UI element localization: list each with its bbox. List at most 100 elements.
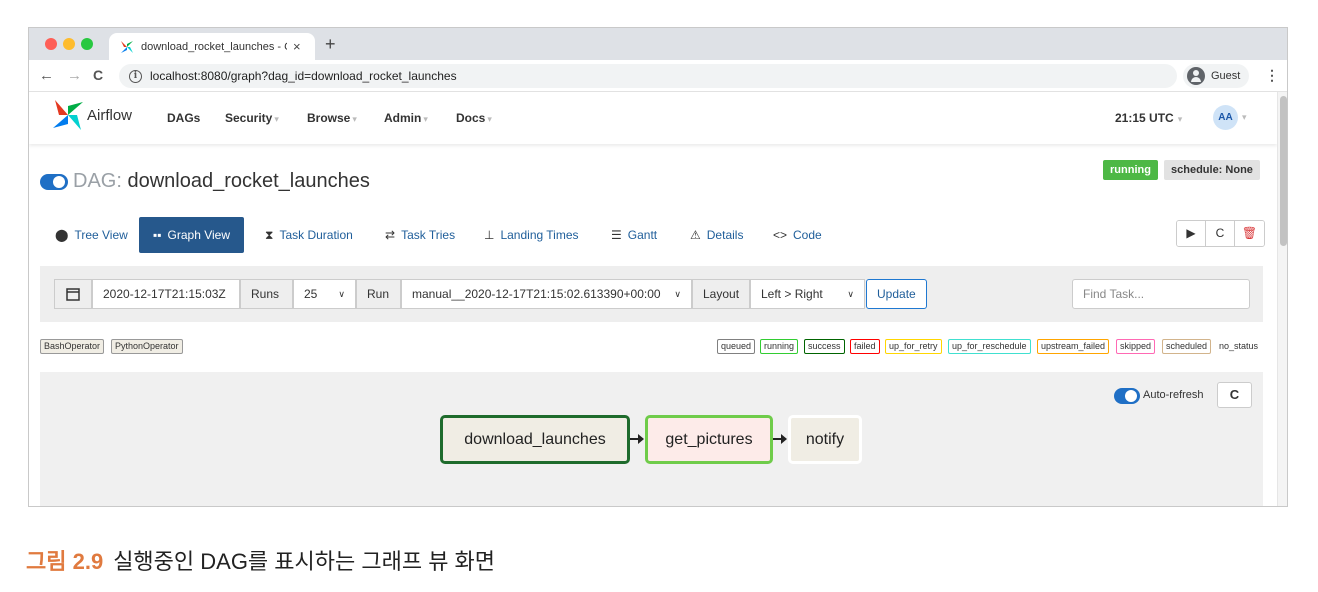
runs-label: Runs (240, 279, 293, 309)
airflow-brand[interactable]: Airflow (87, 107, 132, 124)
profile-label: Guest (1211, 70, 1241, 82)
delete-dag-button[interactable]: 🗑 (1235, 221, 1264, 246)
status-legend-no-status[interactable]: no_status (1219, 341, 1258, 351)
trigger-dag-button[interactable]: ▶ (1177, 221, 1206, 246)
tab-gantt[interactable]: ☰ Gantt (597, 217, 671, 253)
forward-arrow-icon[interactable]: → (67, 67, 82, 84)
minimize-window-button[interactable] (63, 38, 75, 50)
tab-tree-view[interactable]: ⬤ Tree View (41, 217, 142, 253)
status-legend-skipped[interactable]: skipped (1116, 339, 1156, 354)
menu-security[interactable]: Security ▾ (225, 111, 279, 125)
utc-clock[interactable]: 21:15 UTC ▾ (1115, 111, 1182, 125)
browser-window: download_rocket_launches - C × + ← → C i… (28, 27, 1288, 507)
status-legend-queued[interactable]: queued (717, 339, 756, 354)
dag-state-badge: running (1103, 160, 1158, 180)
refresh-dag-button[interactable]: C (1206, 221, 1235, 246)
schedule-badge: schedule: None (1164, 160, 1260, 180)
address-bar: ← → C i localhost:8080/graph?dag_id=down… (29, 60, 1287, 92)
auto-refresh-toggle[interactable] (1114, 388, 1140, 404)
status-legend-upstream-failed[interactable]: upstream_failed (1037, 339, 1110, 354)
scrollbar-thumb[interactable] (1280, 96, 1287, 246)
url-field[interactable]: i localhost:8080/graph?dag_id=download_r… (119, 64, 1177, 88)
graph-icon: ▪▪ (153, 228, 162, 242)
dag-pause-toggle[interactable] (40, 174, 68, 190)
page-title: DAG: download_rocket_launches (73, 170, 370, 192)
status-legend-success[interactable]: success (804, 339, 845, 354)
find-task-input[interactable] (1072, 279, 1250, 309)
figure-text: 실행중인 DAG를 표시하는 그래프 뷰 화면 (113, 549, 496, 574)
run-label: Run (356, 279, 401, 309)
operator-legend-bash: BashOperator (40, 339, 105, 354)
close-window-button[interactable] (45, 38, 57, 50)
edge-arrow (773, 434, 787, 444)
maximize-window-button[interactable] (81, 38, 93, 50)
vertical-scrollbar[interactable] (1277, 92, 1287, 506)
operator-legend-python: PythonOperator (111, 339, 183, 354)
browser-tabstrip: download_rocket_launches - C × + (29, 28, 1287, 60)
task-node-get-pictures[interactable]: get_pictures (645, 415, 773, 464)
tab-task-tries[interactable]: ⇄ Task Tries (371, 217, 469, 253)
auto-refresh-label: Auto-refresh (1143, 389, 1204, 401)
hourglass-icon: ⧗ (265, 227, 274, 242)
browser-tab[interactable]: download_rocket_launches - C × (109, 33, 315, 60)
dag-actions: ▶ C 🗑 (1176, 220, 1265, 247)
layout-select[interactable]: Left > Right ∨ (750, 279, 865, 309)
refresh-graph-button[interactable]: C (1217, 382, 1252, 408)
airflow-logo-icon[interactable] (51, 98, 85, 132)
dag-name: download_rocket_launches (127, 170, 370, 192)
repeat-icon: ⇄ (385, 228, 396, 242)
profile-button[interactable]: Guest (1183, 64, 1249, 88)
user-avatar[interactable]: AA (1213, 105, 1238, 130)
status-legend-scheduled[interactable]: scheduled (1162, 339, 1212, 354)
airflow-navbar: Airflow DAGs Security ▾ Browse ▾ Admin ▾ Do… (29, 92, 1277, 144)
status-legend-failed[interactable]: failed (850, 339, 880, 354)
browser-menu-icon[interactable]: ⋮ (1265, 67, 1279, 84)
reload-icon[interactable]: C (93, 67, 103, 83)
update-button[interactable]: Update (866, 279, 927, 309)
chevron-down-icon: ▾ (274, 114, 279, 124)
tab-title: download_rocket_launches - C (141, 40, 287, 53)
task-node-download-launches[interactable]: download_launches (440, 415, 630, 464)
profile-avatar-icon (1187, 67, 1205, 85)
gantt-icon: ☰ (611, 228, 622, 242)
menu-browse[interactable]: Browse ▾ (307, 111, 357, 125)
chevron-down-icon: ▾ (352, 114, 357, 124)
landing-icon: ⊥ (484, 228, 495, 242)
url-text: localhost:8080/graph?dag_id=download_roc… (150, 69, 457, 83)
chevron-down-icon: ▾ (487, 114, 492, 124)
chevron-down-icon: ▾ (423, 114, 428, 124)
status-legend-up-for-retry[interactable]: up_for_retry (885, 339, 942, 354)
execution-date-input[interactable]: 2020-12-17T21:15:03Z (92, 279, 240, 309)
code-icon: <> (773, 228, 788, 242)
tab-graph-view[interactable]: ▪▪ Graph View (139, 217, 244, 253)
airflow-favicon-icon (121, 40, 133, 53)
tab-details[interactable]: ⚠ Details (676, 217, 757, 253)
menu-admin[interactable]: Admin ▾ (384, 111, 428, 125)
tab-task-duration[interactable]: ⧗ Task Duration (251, 217, 367, 253)
calendar-button[interactable] (54, 279, 92, 309)
chevron-down-icon: ∨ (847, 288, 854, 299)
tree-icon: ⬤ (55, 228, 69, 242)
task-node-notify[interactable]: notify (788, 415, 862, 464)
tab-code[interactable]: <> Code (759, 217, 836, 253)
edge-arrow (630, 434, 644, 444)
status-legend-up-for-reschedule[interactable]: up_for_reschedule (948, 339, 1031, 354)
status-legend-running[interactable]: running (760, 339, 799, 354)
new-tab-button[interactable]: + (325, 34, 336, 55)
calendar-icon (66, 288, 80, 301)
tab-landing-times[interactable]: ⊥ Landing Times (470, 217, 593, 253)
back-arrow-icon[interactable]: ← (39, 67, 54, 84)
menu-docs[interactable]: Docs ▾ (456, 111, 492, 125)
run-select[interactable]: manual__2020-12-17T21:15:02.613390+00:00… (401, 279, 692, 309)
runs-select[interactable]: 25 ∨ (293, 279, 356, 309)
site-info-icon[interactable]: i (129, 69, 142, 83)
warning-icon: ⚠ (690, 228, 701, 242)
tab-close-icon[interactable]: × (293, 39, 301, 54)
chevron-down-icon: ▾ (1177, 114, 1183, 124)
menu-dags[interactable]: DAGs (167, 111, 200, 125)
chevron-down-icon[interactable]: ▾ (1242, 112, 1247, 123)
dag-graph-canvas[interactable]: Auto-refresh C download_launches get_pic… (40, 372, 1263, 506)
figure-caption: 그림 2.9 실행중인 DAG를 표시하는 그래프 뷰 화면 (26, 544, 495, 576)
figure-label: 그림 2.9 (26, 549, 104, 574)
graph-filter-form: 2020-12-17T21:15:03Z Runs 25 ∨ Run manual… (40, 266, 1263, 322)
